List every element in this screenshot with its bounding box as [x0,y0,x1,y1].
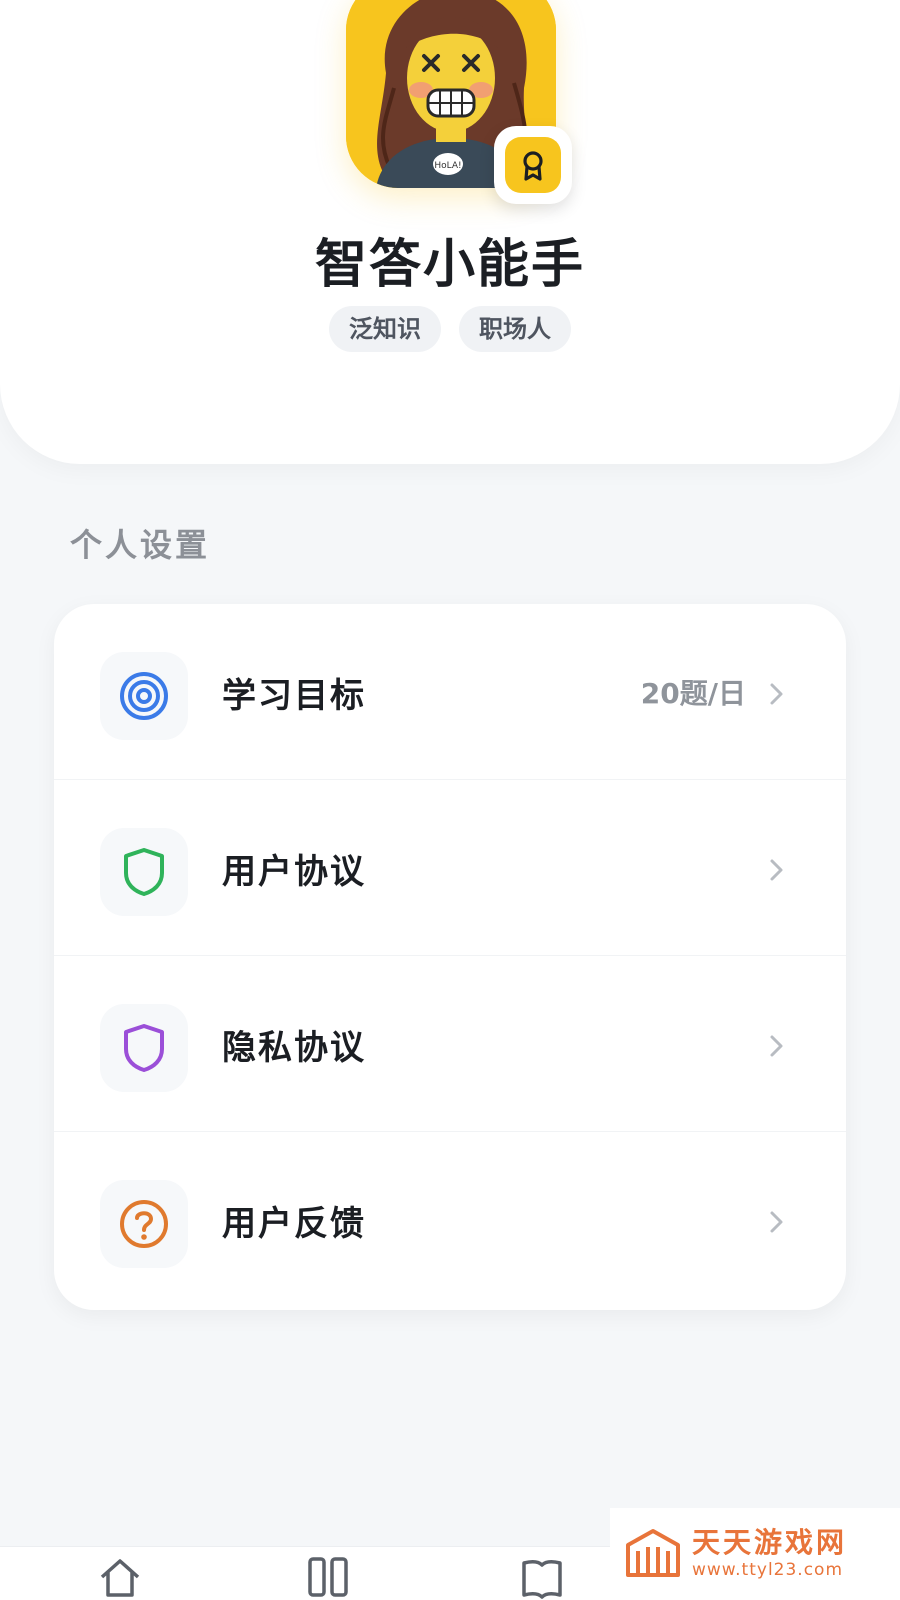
shield-icon [100,828,188,916]
settings-row-label: 学习目标 [222,676,366,716]
question-icon [100,1180,188,1268]
svg-text:HoLA!: HoLA! [434,161,461,171]
profile-tags: 泛知识 职场人 [0,306,900,352]
section-title: 个人设置 [70,526,211,564]
chevron-right-icon [770,1211,783,1233]
settings-list: 学习目标 20题/日 用户协议 隐私协议 用户反馈 [54,604,846,1310]
watermark-text: 天天游戏网 www.ttyl23.com [692,1527,847,1581]
profile-header: HoLA! 智答小能手 泛知识 职场人 [0,0,900,464]
tag: 职场人 [459,306,571,352]
watermark-url: www.ttyl23.com [692,1560,844,1580]
watermark-title: 天天游戏网 [692,1526,848,1559]
chevron-right-icon [770,859,783,881]
target-icon [100,652,188,740]
award-icon [505,137,561,193]
settings-row-study-goal[interactable]: 学习目标 20题/日 [54,604,846,780]
tag: 泛知识 [329,306,441,352]
chevron-right-icon [770,1035,783,1057]
settings-row-privacy-agreement[interactable]: 隐私协议 [54,956,846,1132]
achievement-badge[interactable] [494,126,572,204]
chevron-right-icon [770,683,783,705]
book-icon[interactable] [520,1555,564,1599]
settings-row-label: 用户反馈 [222,1204,366,1244]
grid-icon[interactable] [306,1555,350,1599]
settings-row-user-agreement[interactable]: 用户协议 [54,780,846,956]
profile-page: HoLA! 智答小能手 泛知识 职场人 个人设置 学习目标 20题/日 用户协议… [0,0,900,1600]
settings-row-label: 隐私协议 [222,1028,366,1068]
shield-icon [100,1004,188,1092]
settings-row-label: 用户协议 [222,852,366,892]
home-icon[interactable] [98,1555,142,1599]
watermark-logo-icon [626,1529,680,1577]
settings-row-feedback[interactable]: 用户反馈 [54,1132,846,1308]
study-goal-value: 20题/日 [640,677,746,710]
watermark: 天天游戏网 www.ttyl23.com [610,1508,900,1600]
username: 智答小能手 [314,235,585,295]
